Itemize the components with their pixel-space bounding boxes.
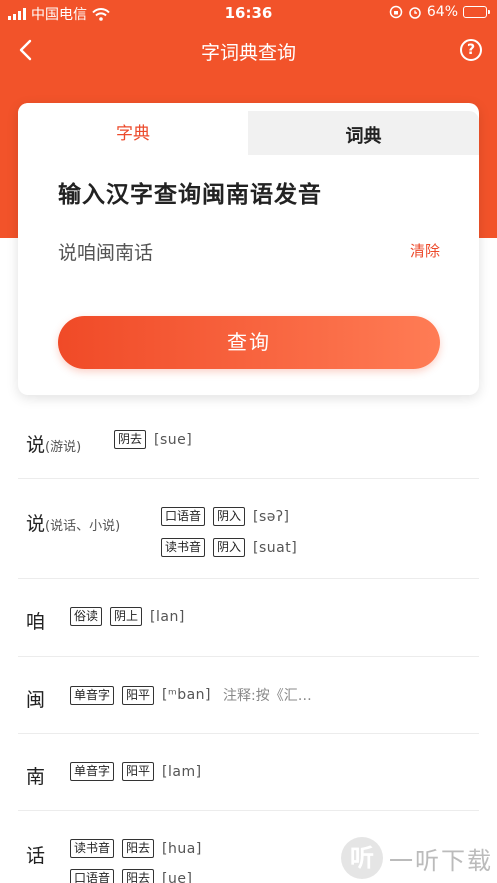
reading-type-tag: 单音字 (70, 762, 115, 781)
battery-percent: 64% (426, 4, 458, 20)
search-input[interactable]: 说咱闽南话 清除 (58, 236, 440, 266)
pronunciation: [lan] (150, 608, 185, 625)
result-row: 南 单音字 阳平 [lam] (18, 734, 479, 811)
pronunciation: [səʔ] (253, 508, 290, 525)
search-heading: 输入汉字查询闽南语发音 (58, 182, 322, 208)
pronunciation: [ᵐban] (162, 687, 212, 703)
pronunciation-line: 读书音 阳去 [hua] (70, 839, 202, 858)
status-bar: 中国电信 16:36 64% (0, 0, 497, 26)
result-row: 咱 俗读 阴上 [lan] (18, 579, 479, 657)
page-title: 字词典查询 (200, 42, 296, 64)
result-char: 话 (26, 845, 46, 867)
watermark-logo-icon: 听 (341, 837, 383, 879)
result-row: 闽 单音字 阳平 [ᵐban] 注释:按《汇… (18, 657, 479, 734)
reading-type-tag: 读书音 (70, 839, 115, 858)
result-char: 闽 (26, 689, 46, 711)
tone-tag: 阴入 (213, 538, 246, 557)
rotation-lock-icon (389, 5, 403, 19)
result-char: 咱 (26, 611, 46, 633)
nav-bar: 字词典查询 ? (0, 30, 497, 70)
search-card: 字典 词典 输入汉字查询闽南语发音 说咱闽南话 清除 查询 (18, 103, 479, 395)
results-list: 说(游说) 阴去 [sue] 说(说话、小说) 口语音 阴入 [səʔ] 读书音… (0, 402, 497, 883)
annotation-text: 注释:按《汇… (223, 688, 312, 704)
tone-tag: 阴去 (114, 430, 147, 449)
pronunciation: [suat] (253, 539, 298, 556)
battery-icon (463, 6, 490, 18)
alarm-icon (409, 7, 421, 19)
result-char: 说 (26, 513, 46, 535)
tab-bar: 字典 词典 (18, 103, 479, 155)
tone-tag: 阳平 (122, 685, 155, 705)
pronunciation-line: 阴去 [sue] (114, 430, 192, 449)
tone-tag: 阳平 (122, 762, 155, 781)
result-note: (游说) (45, 440, 82, 455)
reading-type-tag: 读书音 (161, 538, 206, 557)
tab-zidian[interactable]: 字典 (18, 103, 248, 155)
result-row: 说(说话、小说) 口语音 阴入 [səʔ] 读书音 阴入 [suat] (18, 479, 479, 579)
pronunciation-line: 单音字 阳平 [ᵐban] 注释:按《汇… (70, 685, 312, 705)
reading-type-tag: 口语音 (161, 507, 206, 526)
pronunciation-line: 俗读 阴上 [lan] (70, 607, 185, 626)
tab-cidian[interactable]: 词典 (248, 111, 479, 155)
reading-type-tag: 单音字 (70, 685, 115, 705)
pronunciation: [hua] (162, 840, 202, 857)
pronunciation-line: 单音字 阳平 [lam] (70, 762, 202, 781)
clear-button[interactable]: 清除 (410, 240, 440, 261)
search-input-value[interactable]: 说咱闽南话 (58, 238, 153, 265)
watermark: 听 一听下载 (337, 833, 497, 883)
tone-tag: 阳去 (122, 869, 155, 883)
result-char: 南 (26, 766, 46, 788)
pronunciation: [ue] (162, 870, 193, 883)
result-note: (说话、小说) (45, 519, 121, 534)
pronunciation-line: 口语音 阴入 [səʔ] (161, 507, 290, 526)
tone-tag: 阴入 (213, 507, 246, 526)
query-button[interactable]: 查询 (58, 316, 440, 369)
pronunciation: [lam] (162, 763, 202, 780)
tone-tag: 阳去 (122, 839, 155, 858)
watermark-text: 一听下载 (389, 846, 493, 875)
reading-type-tag: 俗读 (70, 607, 103, 626)
pronunciation-line: 读书音 阴入 [suat] (161, 538, 297, 557)
help-icon[interactable]: ? (460, 39, 482, 61)
result-row: 说(游说) 阴去 [sue] (18, 402, 479, 479)
tone-tag: 阴上 (110, 607, 143, 626)
result-char: 说 (26, 434, 46, 456)
pronunciation: [sue] (154, 431, 193, 448)
reading-type-tag: 口语音 (70, 869, 115, 883)
pronunciation-line: 口语音 阳去 [ue] (70, 869, 192, 883)
